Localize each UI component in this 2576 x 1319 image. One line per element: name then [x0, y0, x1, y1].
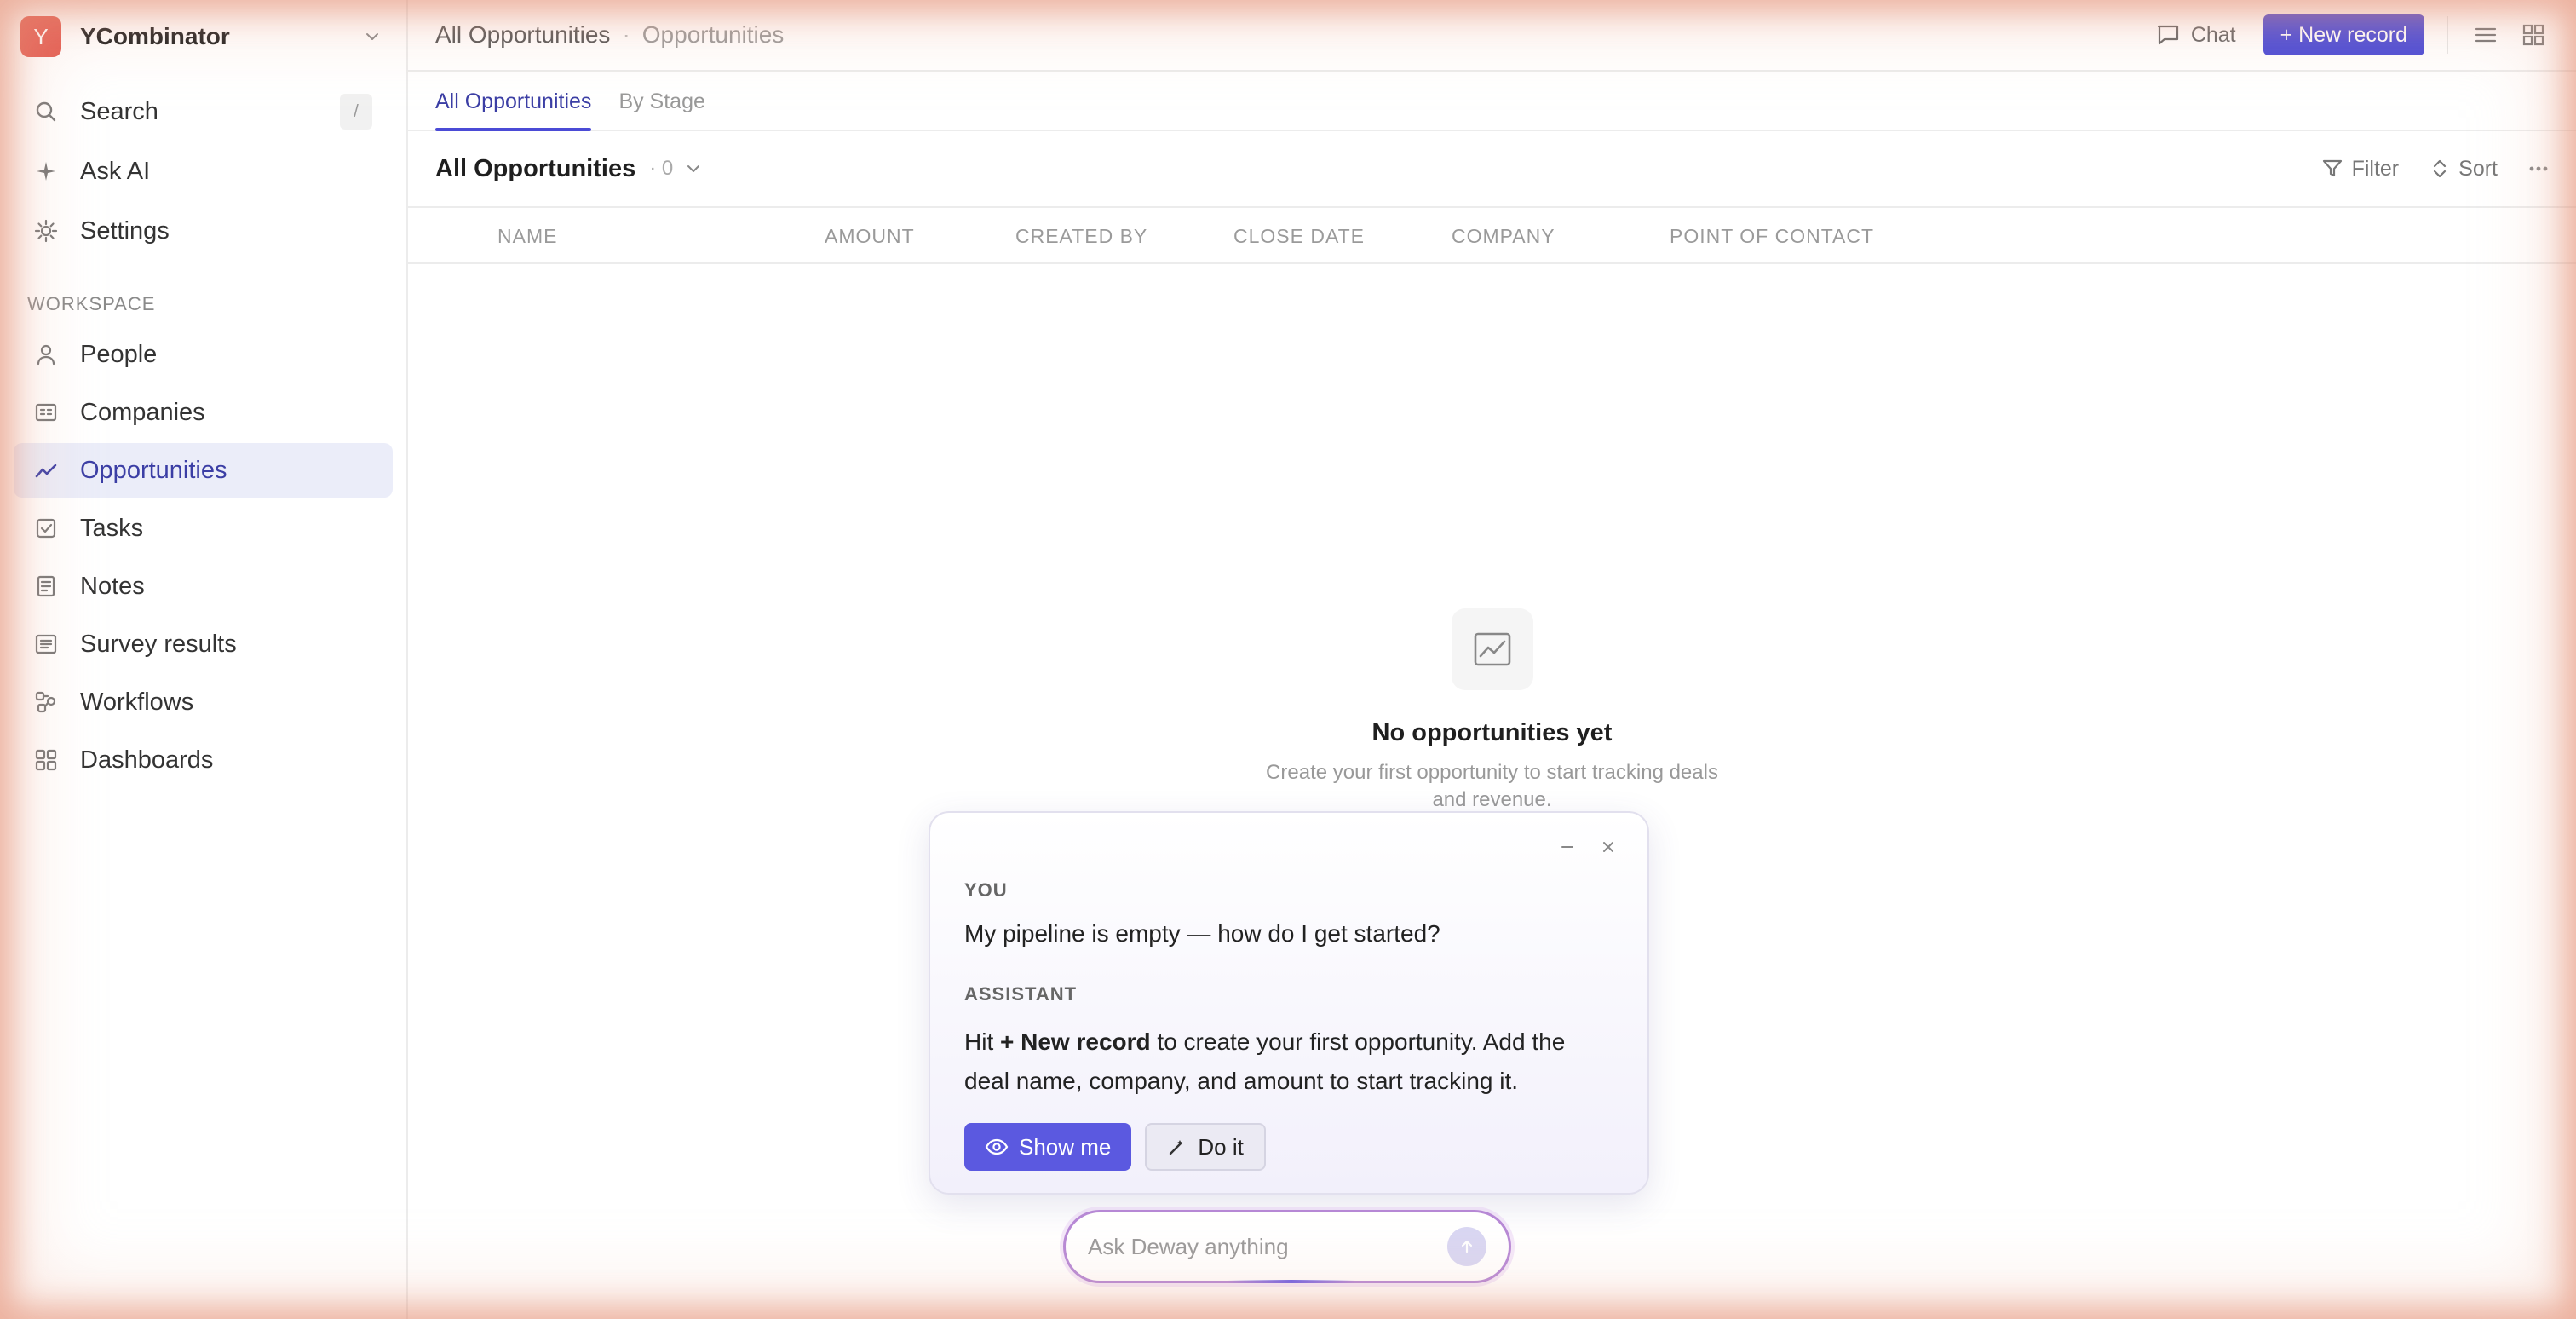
chevron-down-icon[interactable]	[685, 160, 702, 177]
column-header-point-of-contact[interactable]: POINT OF CONTACT	[1670, 208, 1874, 264]
workspace-name: YCombinator	[80, 23, 230, 49]
input-focus-glow	[1228, 1280, 1355, 1283]
sidebar-item-label: Workflows	[80, 688, 194, 716]
do-it-label: Do it	[1198, 1133, 1244, 1160]
ask-ai-nav-item[interactable]: Ask AI	[14, 141, 393, 201]
chevron-down-icon[interactable]	[355, 20, 389, 54]
assistant-message-prefix: Hit	[964, 1028, 1000, 1055]
filter-button[interactable]: Filter	[2321, 156, 2400, 181]
gear-icon	[32, 217, 60, 245]
chat-button[interactable]: Chat	[2155, 23, 2236, 48]
sparkle-icon	[32, 158, 60, 185]
new-record-button[interactable]: + New record	[2263, 14, 2424, 55]
column-header-company[interactable]: COMPANY	[1452, 208, 1555, 264]
chart-placeholder-icon	[1451, 608, 1533, 690]
sidebar: Y YCombinator Search / Ask AI Settings W…	[0, 0, 408, 1319]
sidebar-item-label: Notes	[80, 572, 145, 600]
table-header: NAME AMOUNT CREATED BY CLOSE DATE COMPAN…	[408, 208, 2576, 264]
sidebar-item-opportunities[interactable]: Opportunities	[14, 443, 393, 498]
sidebar-item-dashboards[interactable]: Dashboards	[14, 733, 393, 787]
workspace-nav: People Companies Opportunities Tasks Not…	[14, 327, 393, 787]
trend-chart-icon	[32, 457, 60, 484]
building-icon	[32, 399, 60, 426]
sort-label: Sort	[2458, 156, 2498, 181]
eye-icon	[985, 1138, 1009, 1155]
assistant-window-controls	[1542, 832, 1624, 862]
column-header-close-date[interactable]: CLOSE DATE	[1233, 208, 1365, 264]
sidebar-item-survey-results[interactable]: Survey results	[14, 617, 393, 671]
breadcrumb-object[interactable]: Opportunities	[642, 21, 785, 49]
show-me-button[interactable]: Show me	[964, 1123, 1132, 1171]
tab-by-stage[interactable]: By Stage	[618, 89, 704, 130]
checkbox-icon	[32, 515, 60, 542]
dashboard-icon	[32, 746, 60, 774]
ask-assistant-bar	[1063, 1210, 1511, 1283]
sort-arrows-icon	[2429, 158, 2450, 180]
note-icon	[32, 573, 60, 600]
column-header-name[interactable]: NAME	[497, 208, 557, 264]
sidebar-item-label: Survey results	[80, 630, 237, 658]
sidebar-item-label: Dashboards	[80, 746, 214, 774]
empty-state-subtitle: Create your first opportunity to start t…	[1266, 761, 1718, 811]
chat-label: Chat	[2190, 22, 2236, 47]
top-bar: All Opportunities · Opportunities Chat +…	[408, 0, 2576, 72]
breadcrumb-view[interactable]: All Opportunities	[435, 21, 610, 49]
view-title[interactable]: All Opportunities	[435, 155, 635, 183]
sidebar-item-label: Tasks	[80, 514, 144, 542]
show-me-label: Show me	[1019, 1133, 1112, 1160]
sidebar-item-notes[interactable]: Notes	[14, 559, 393, 613]
search-icon	[32, 98, 60, 125]
workspace-switcher[interactable]: Y YCombinator	[14, 14, 393, 60]
assistant-message-highlight: + New record	[1000, 1028, 1151, 1055]
sidebar-item-label: Companies	[80, 398, 205, 426]
filter-icon	[2321, 158, 2343, 180]
sidebar-item-workflows[interactable]: Workflows	[14, 675, 393, 729]
you-label: YOU	[964, 879, 1008, 901]
search-shortcut-badge: /	[340, 94, 372, 130]
empty-state: No opportunities yet Create your first o…	[408, 608, 2576, 814]
search-label: Search	[80, 97, 158, 125]
person-icon	[32, 341, 60, 368]
workspace-section-label: WORKSPACE	[27, 293, 156, 314]
toolbar-divider	[2447, 16, 2448, 54]
search-nav-item[interactable]: Search /	[14, 82, 393, 141]
sidebar-item-label: People	[80, 340, 158, 368]
sidebar-item-label: Opportunities	[80, 456, 227, 484]
settings-nav-item[interactable]: Settings	[14, 201, 393, 261]
record-count: · 0	[649, 157, 674, 180]
workflow-icon	[32, 688, 60, 716]
view-tabs: All Opportunities By Stage	[408, 72, 2576, 131]
sidebar-item-companies[interactable]: Companies	[14, 385, 393, 440]
grid-view-icon[interactable]	[2518, 20, 2549, 50]
assistant-message: Hit + New record to create your first op…	[964, 1022, 1613, 1101]
empty-state-title: No opportunities yet	[1371, 719, 1613, 746]
chat-bubble-icon	[2155, 23, 2181, 47]
assistant-label: ASSISTANT	[964, 983, 1078, 1005]
filter-label: Filter	[2351, 156, 2400, 181]
top-nav: Search / Ask AI Settings	[14, 82, 393, 261]
workspace-avatar: Y	[20, 16, 61, 57]
view-bar: All Opportunities · 0 Filter Sort	[408, 131, 2576, 208]
tab-all-opportunities[interactable]: All Opportunities	[435, 89, 592, 131]
list-icon	[32, 631, 60, 658]
column-header-amount[interactable]: AMOUNT	[825, 208, 915, 264]
sidebar-item-people[interactable]: People	[14, 327, 393, 382]
settings-label: Settings	[80, 216, 170, 245]
ask-input[interactable]	[1088, 1233, 1447, 1260]
more-options-icon[interactable]	[2528, 165, 2549, 172]
ask-ai-label: Ask AI	[80, 157, 151, 185]
breadcrumb-separator: ·	[622, 21, 630, 48]
user-message: My pipeline is empty — how do I get star…	[964, 920, 1440, 947]
close-icon[interactable]	[1593, 832, 1624, 862]
send-arrow-icon[interactable]	[1447, 1227, 1486, 1266]
sort-button[interactable]: Sort	[2429, 157, 2498, 181]
column-header-created-by[interactable]: CREATED BY	[1015, 208, 1147, 264]
assistant-actions: Show me Do it	[964, 1123, 1613, 1171]
do-it-button[interactable]: Do it	[1145, 1123, 1266, 1171]
sidebar-item-tasks[interactable]: Tasks	[14, 501, 393, 556]
minimize-icon[interactable]	[1552, 832, 1583, 862]
list-view-icon[interactable]	[2470, 20, 2501, 50]
assistant-popup: YOU My pipeline is empty — how do I get …	[929, 811, 1649, 1195]
wand-icon	[1167, 1137, 1187, 1157]
